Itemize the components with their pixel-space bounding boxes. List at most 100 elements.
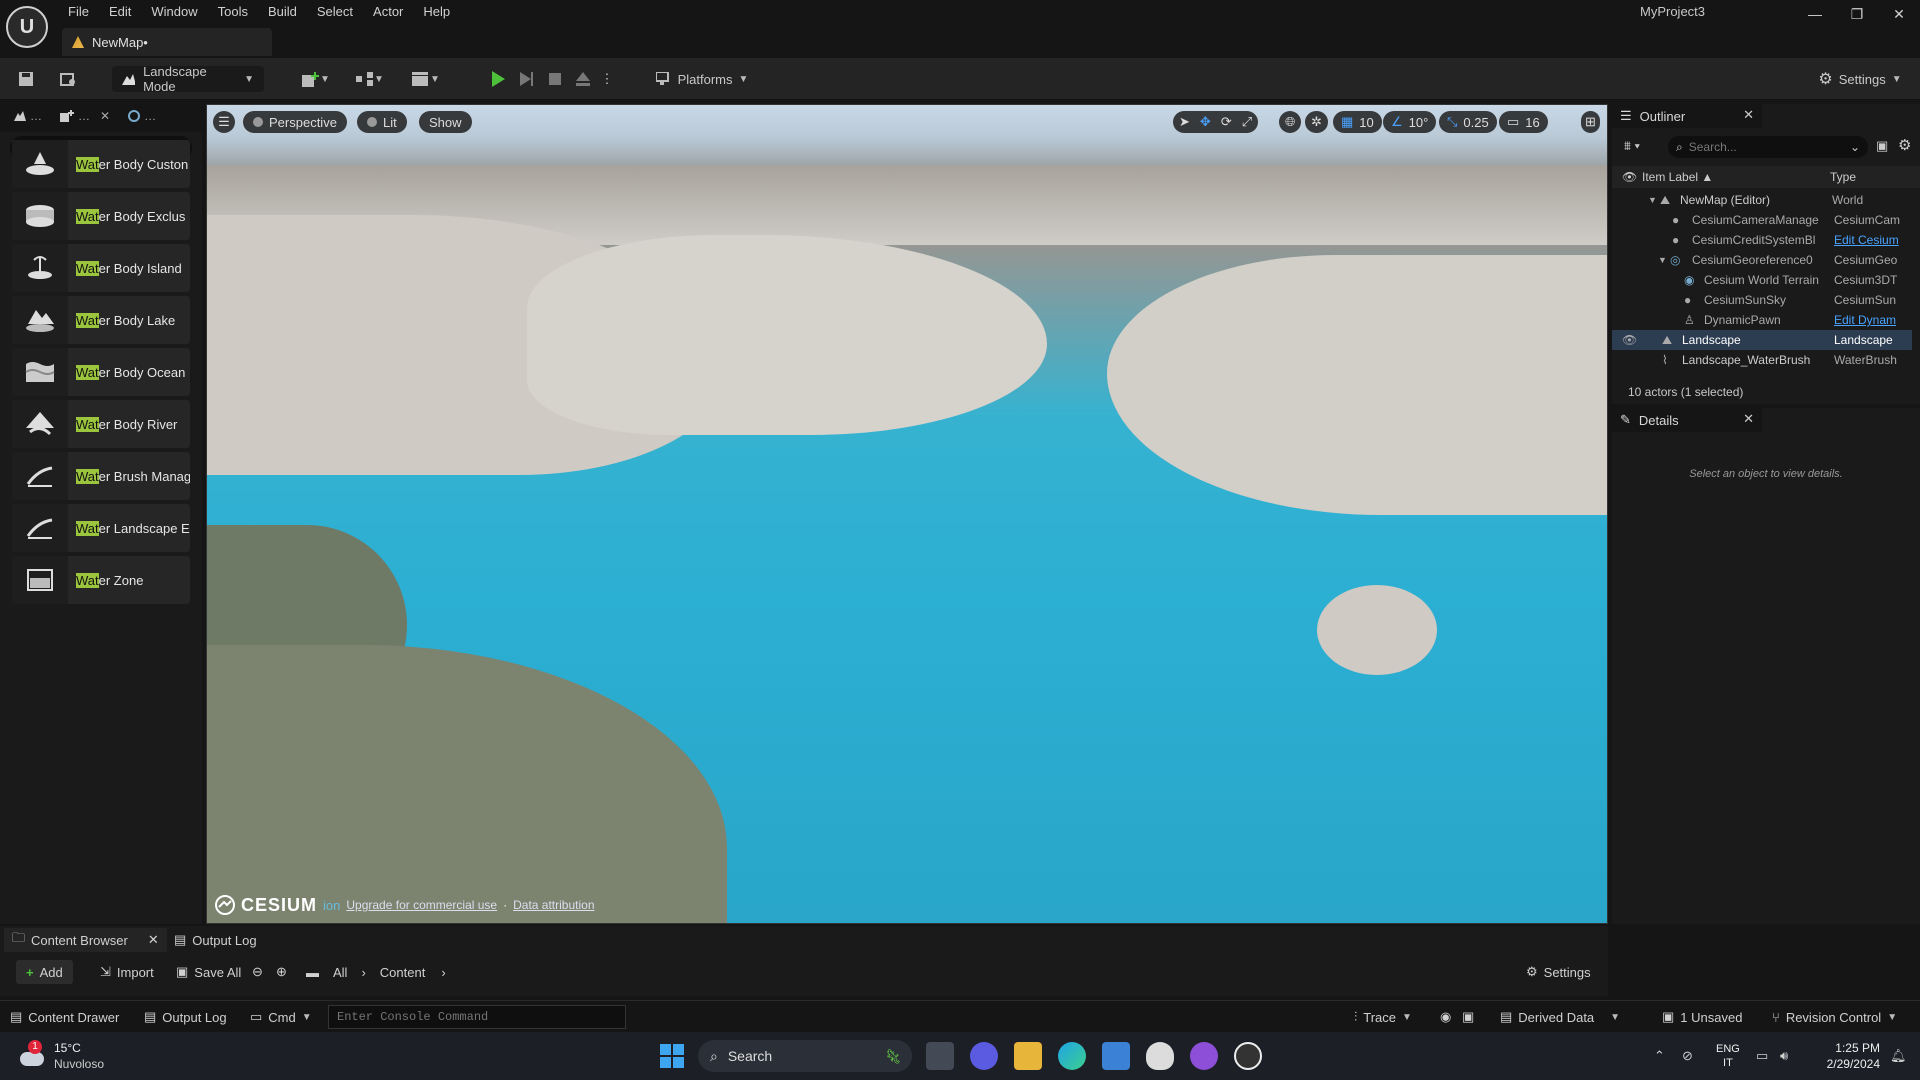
show-button[interactable]: Show: [419, 111, 472, 133]
stop-button[interactable]: [542, 66, 568, 92]
system-clock[interactable]: 1:25 PM 2/29/2024: [1800, 1040, 1880, 1072]
surface-snap-toggle[interactable]: ✲: [1305, 111, 1328, 133]
unreal-engine-taskbar-icon[interactable]: [1234, 1042, 1262, 1070]
list-item-water-zone[interactable]: Water Zone: [12, 556, 190, 604]
platforms-dropdown[interactable]: Platforms ▼: [650, 66, 754, 92]
taskbar-search[interactable]: ⌕ Search 🦎︎: [698, 1040, 912, 1072]
list-item-water-body-ocean[interactable]: Water Body Ocean: [12, 348, 190, 396]
store-icon[interactable]: [1102, 1042, 1130, 1070]
visibility-icon[interactable]: 👁︎: [1622, 333, 1637, 347]
list-item-water-landscape[interactable]: Water Landscape E: [12, 504, 190, 552]
rotate-tool-icon[interactable]: ⟳: [1221, 114, 1232, 130]
collapse-arrow-icon[interactable]: ▼: [1648, 195, 1657, 205]
history-forward-icon[interactable]: ⊕: [272, 960, 291, 984]
perspective-button[interactable]: Perspective: [243, 111, 347, 133]
close-window-icon[interactable]: ✕: [1884, 6, 1914, 26]
github-desktop-icon[interactable]: [1190, 1042, 1218, 1070]
chevron-down-icon[interactable]: ⌄: [1850, 140, 1860, 154]
scale-snap-button[interactable]: ⤡ 0.25: [1439, 111, 1497, 133]
content-drawer-button[interactable]: ▤ Content Drawer: [10, 1007, 119, 1027]
network-off-icon[interactable]: ⊘: [1682, 1046, 1693, 1066]
outliner-row[interactable]: ♙ DynamicPawn Edit Dynam: [1612, 310, 1912, 330]
list-item-water-body-river[interactable]: Water Body River: [12, 400, 190, 448]
edge-browser-icon[interactable]: [1058, 1042, 1086, 1070]
data-attribution-link[interactable]: Data attribution: [513, 898, 594, 912]
record-icon[interactable]: ◉: [1440, 1007, 1451, 1027]
grid-snap-button[interactable]: ▦ 10: [1333, 111, 1382, 133]
unreal-logo-icon[interactable]: U: [6, 6, 48, 48]
gear-icon[interactable]: ⚙: [1898, 136, 1911, 154]
tab-cesium[interactable]: …: [124, 105, 160, 127]
revision-control-dropdown[interactable]: ⑂ Revision Control ▼: [1772, 1007, 1897, 1027]
list-item-water-brush-manager[interactable]: Water Brush Manag: [12, 452, 190, 500]
menu-select[interactable]: Select: [307, 0, 363, 24]
cmd-dropdown[interactable]: ▭ Cmd ▼: [250, 1007, 312, 1027]
camera-speed-button[interactable]: ▭ 16: [1499, 111, 1548, 133]
close-icon[interactable]: ✕: [1743, 411, 1754, 427]
minimize-icon[interactable]: —: [1800, 6, 1830, 26]
menu-tools[interactable]: Tools: [208, 0, 258, 24]
eject-button[interactable]: [570, 66, 596, 92]
move-tool-icon[interactable]: ✥: [1200, 114, 1211, 130]
close-icon[interactable]: ✕: [148, 932, 159, 948]
list-item-water-body-custom[interactable]: Water Body Custon: [12, 140, 190, 188]
menu-window[interactable]: Window: [141, 0, 207, 24]
play-button[interactable]: [484, 66, 512, 92]
edit-dynamic-pawn-link[interactable]: Edit Dynam: [1834, 313, 1916, 327]
language-indicator[interactable]: ENG IT: [1716, 1042, 1740, 1070]
advance-frame-button[interactable]: [514, 66, 540, 92]
world-local-toggle[interactable]: 🌐︎: [1279, 111, 1302, 133]
menu-actor[interactable]: Actor: [363, 0, 413, 24]
unsaved-button[interactable]: ▣ 1 Unsaved: [1662, 1007, 1742, 1027]
select-tool-icon[interactable]: ➤: [1179, 114, 1190, 130]
menu-edit[interactable]: Edit: [99, 0, 141, 24]
edit-cesium-link[interactable]: Edit Cesium: [1834, 233, 1916, 247]
filter-icon[interactable]: ⩩ ▾: [1624, 138, 1640, 154]
console-input[interactable]: [328, 1005, 626, 1029]
task-view-icon[interactable]: [926, 1042, 954, 1070]
viewport-menu-icon[interactable]: ☰: [213, 111, 235, 133]
tab-place-actors[interactable]: … ✕: [56, 105, 114, 127]
col-type[interactable]: Type: [1830, 170, 1856, 184]
output-log-button[interactable]: ▤ Output Log: [144, 1007, 227, 1027]
content-settings-button[interactable]: ⚙ Settings: [1516, 960, 1601, 984]
cinematics-button[interactable]: ▼: [408, 66, 444, 92]
close-icon[interactable]: ✕: [100, 109, 110, 123]
close-icon[interactable]: ✕: [1743, 107, 1754, 123]
outliner-row[interactable]: ● CesiumSunSky CesiumSun: [1612, 290, 1912, 310]
breadcrumb-content[interactable]: Content: [380, 965, 426, 980]
tab-details[interactable]: ✎ Details ✕: [1612, 408, 1762, 432]
list-item-water-body-lake[interactable]: Water Body Lake: [12, 296, 190, 344]
rotation-snap-button[interactable]: ∠ 10°: [1383, 111, 1437, 133]
browse-icon[interactable]: [56, 66, 80, 92]
outliner-row[interactable]: ▼ ⛰ NewMap (Editor) World: [1612, 190, 1912, 210]
list-item-water-body-island[interactable]: Water Body Island: [12, 244, 190, 292]
display-icon[interactable]: ▭: [1756, 1046, 1768, 1066]
teams-chat-icon[interactable]: [970, 1042, 998, 1070]
save-icon[interactable]: [14, 66, 38, 92]
lit-button[interactable]: Lit: [357, 111, 407, 133]
tab-output-log[interactable]: ▤ Output Log: [166, 928, 265, 952]
breadcrumb-all[interactable]: All: [333, 965, 347, 980]
scale-tool-icon[interactable]: ⤢: [1242, 114, 1252, 130]
outliner-search-input[interactable]: ⌕ Search... ⌄: [1668, 136, 1868, 158]
chevron-right-icon[interactable]: ›: [441, 965, 445, 980]
level-viewport[interactable]: ☰ Perspective Lit Show ➤ ✥ ⟳ ⤢ 🌐︎ ✲ ▦ 10 …: [206, 104, 1608, 924]
list-item-water-body-exclusion[interactable]: Water Body Exclus: [12, 192, 190, 240]
save-all-button[interactable]: ▣ Save All: [166, 960, 251, 984]
menu-build[interactable]: Build: [258, 0, 307, 24]
menu-help[interactable]: Help: [413, 0, 460, 24]
layout-button[interactable]: ⊞: [1581, 111, 1600, 133]
history-back-icon[interactable]: ⊖: [248, 960, 267, 984]
outliner-row[interactable]: ● CesiumCameraManage CesiumCam: [1612, 210, 1912, 230]
restore-icon[interactable]: ❐: [1842, 6, 1872, 26]
camera-capture-icon[interactable]: ▣: [1462, 1007, 1474, 1027]
tab-modes[interactable]: …: [10, 105, 46, 127]
derived-data-dropdown[interactable]: ▤ Derived Data ▼: [1500, 1007, 1620, 1027]
outliner-row[interactable]: ◉ Cesium World Terrain Cesium3DT: [1612, 270, 1912, 290]
import-button[interactable]: ⇲ Import: [90, 960, 164, 984]
settings-dropdown[interactable]: ⚙ Settings ▼: [1810, 66, 1910, 92]
volume-icon[interactable]: 🔊︎: [1780, 1046, 1788, 1066]
trace-dropdown[interactable]: ⫶ Trace ▼: [1354, 1007, 1412, 1027]
outliner-row[interactable]: ● CesiumCreditSystemBl Edit Cesium: [1612, 230, 1912, 250]
